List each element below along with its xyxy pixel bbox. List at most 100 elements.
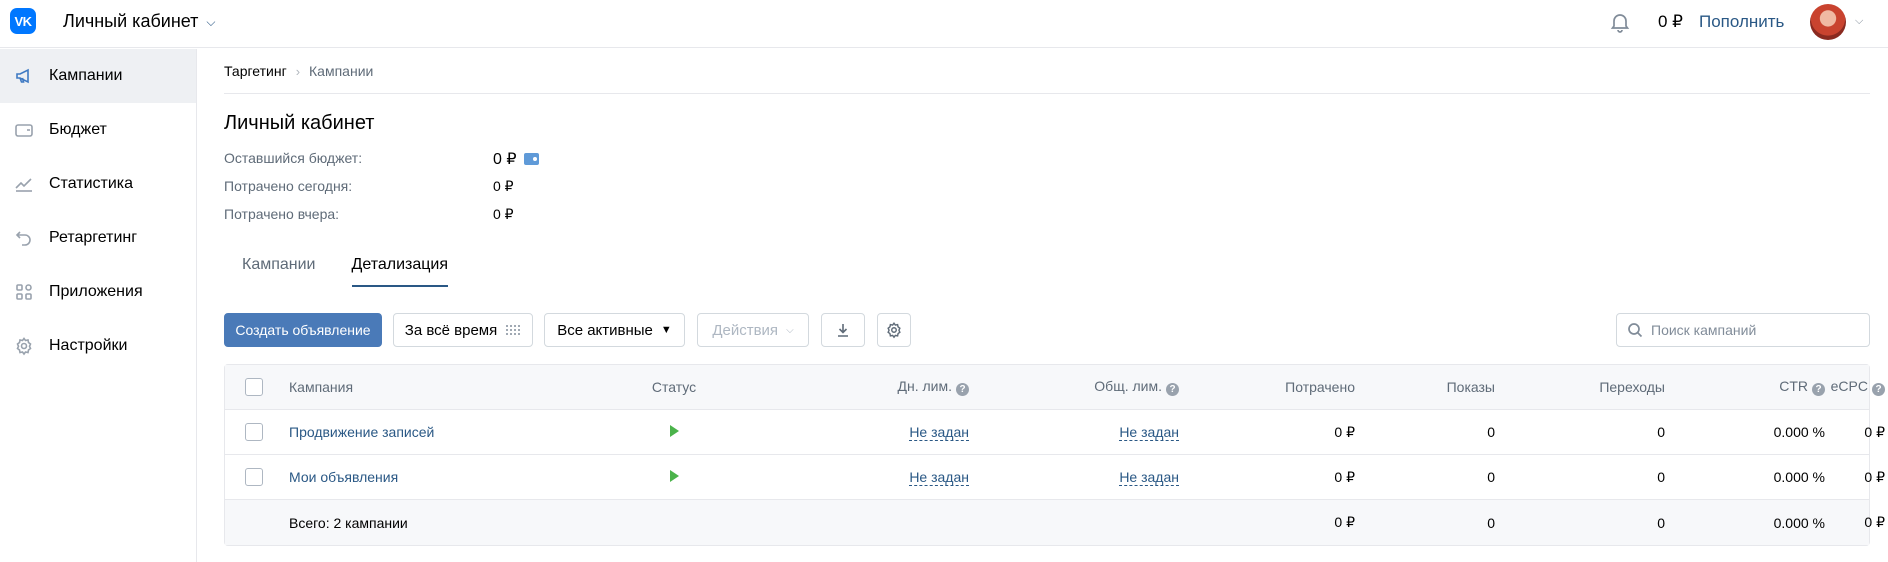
total-ecpc: 0 ₽ [1864, 514, 1885, 530]
gear-icon [13, 335, 35, 357]
column-header-name[interactable]: Кампания [289, 379, 353, 395]
day-limit-cell: Не задан [819, 469, 969, 486]
campaign-name-link[interactable]: Продвижение записей [289, 424, 434, 440]
remaining-budget-amount: 0 ₽ [493, 151, 517, 168]
day-limit-link[interactable]: Не задан [909, 424, 969, 441]
megaphone-icon [13, 65, 35, 87]
settings-button[interactable] [877, 313, 911, 347]
ecpc-cell: 0 ₽ [1864, 468, 1885, 485]
sidebar-item-settings[interactable]: Настройки [0, 319, 196, 373]
play-icon[interactable] [669, 425, 679, 437]
total-limit-link[interactable]: Не задан [1119, 469, 1179, 486]
tabs: Кампании Детализация [242, 249, 484, 287]
total-clicks: 0 [1657, 514, 1665, 531]
row-checkbox[interactable] [245, 468, 263, 486]
campaign-name-link[interactable]: Мои объявления [289, 469, 398, 485]
avatar[interactable] [1810, 4, 1846, 40]
table-row: Мои объявления Не задан Не задан 0 ₽ 0 0… [225, 455, 1885, 500]
calendar-grid-icon [505, 324, 522, 336]
cabinet-title: Личный кабинет [63, 11, 199, 31]
help-icon[interactable]: ? [1872, 383, 1885, 396]
sidebar-item-statistics[interactable]: Статистика [0, 157, 196, 211]
create-ad-button[interactable]: Создать объявление [224, 313, 382, 347]
tab-campaigns[interactable]: Кампании [242, 249, 316, 287]
shows-cell: 0 [1487, 424, 1495, 440]
shows-cell: 0 [1487, 469, 1495, 485]
bell-icon[interactable] [1608, 10, 1632, 34]
spent-today-label: Потрачено сегодня: [224, 178, 353, 194]
gear-icon [887, 322, 901, 339]
spent-yesterday-value: 0 ₽ [493, 206, 514, 222]
period-label: За всё время [404, 321, 498, 339]
topup-link[interactable]: Пополнить [1699, 12, 1784, 32]
campaigns-table: Кампания Статус Дн. лим.? Общ. лим.? Пот… [224, 364, 1885, 546]
chevron-down-icon[interactable]: ⌵ [1855, 15, 1863, 28]
day-limit-cell: Не задан [819, 424, 969, 441]
search-input[interactable] [1651, 322, 1851, 338]
wallet-icon[interactable] [523, 153, 539, 165]
search-box [1616, 313, 1870, 347]
ecpc-cell: 0 ₽ [1864, 423, 1885, 440]
table-total-row: Всего: 2 кампании 0 ₽ 0 0 0.000 % 0 ₽ [225, 500, 1885, 545]
sidebar-item-label: Ретаргетинг [49, 229, 138, 246]
spent-cell: 0 ₽ [1334, 468, 1355, 485]
column-header-day-limit[interactable]: Дн. лим.? [819, 378, 969, 396]
breadcrumb-root[interactable]: Таргетинг [224, 63, 287, 79]
table-header: Кампания Статус Дн. лим.? Общ. лим.? Пот… [225, 365, 1885, 410]
sidebar-item-apps[interactable]: Приложения [0, 265, 196, 319]
status-filter-label: Все активные [557, 321, 653, 339]
breadcrumb-current: Кампании [309, 63, 374, 79]
day-limit-link[interactable]: Не задан [909, 469, 969, 486]
download-button[interactable] [821, 313, 865, 347]
toolbar: Создать объявление За всё время Все акти… [224, 313, 1870, 347]
help-icon[interactable]: ? [956, 383, 969, 396]
balance-value: 0 ₽ [1658, 12, 1683, 31]
sidebar-item-retargeting[interactable]: Ретаргетинг [0, 211, 196, 265]
total-limit-cell: Не задан [1029, 424, 1179, 441]
chevron-down-icon: ⌵ [786, 324, 794, 336]
chevron-down-icon: ▼ [660, 324, 672, 336]
search-icon [1628, 323, 1643, 338]
sidebar-item-label: Статистика [49, 175, 134, 192]
sidebar-item-label: Бюджет [49, 121, 107, 138]
total-limit-link[interactable]: Не задан [1119, 424, 1179, 441]
download-icon [838, 324, 848, 337]
status-cell[interactable] [619, 469, 729, 485]
tab-details[interactable]: Детализация [351, 249, 449, 287]
column-header-spent[interactable]: Потрачено [1235, 379, 1355, 395]
spent-today-value: 0 ₽ [493, 178, 514, 194]
help-icon[interactable]: ? [1166, 383, 1179, 396]
sidebar-item-label: Настройки [49, 337, 128, 354]
cabinet-switcher[interactable]: Личный кабинет ⌵ [63, 11, 216, 32]
breadcrumb: Таргетинг › Кампании [224, 49, 1870, 94]
actions-dropdown[interactable]: Действия ⌵ [697, 313, 809, 347]
row-checkbox[interactable] [245, 423, 263, 441]
select-all-checkbox[interactable] [245, 378, 263, 396]
spent-yesterday-label: Потрачено вчера: [224, 206, 340, 222]
actions-label: Действия [712, 321, 779, 339]
column-header-label: Общ. лим. [1094, 378, 1162, 394]
column-header-shows[interactable]: Показы [1375, 379, 1495, 395]
spent-cell: 0 ₽ [1334, 423, 1355, 440]
column-header-clicks[interactable]: Переходы [1525, 379, 1665, 395]
play-icon[interactable] [669, 470, 679, 482]
vk-logo[interactable]: VK [10, 8, 36, 34]
sidebar-item-budget[interactable]: Бюджет [0, 103, 196, 157]
total-shows: 0 [1487, 514, 1495, 531]
column-header-status[interactable]: Статус [619, 379, 729, 395]
sidebar-item-campaigns[interactable]: Кампании [0, 49, 196, 103]
status-filter-select[interactable]: Все активные ▼ [544, 313, 685, 347]
column-header-ecpc[interactable]: eCPC? [1755, 378, 1885, 396]
breadcrumb-separator-icon: › [295, 63, 301, 79]
period-button[interactable]: За всё время [393, 313, 533, 347]
column-header-total-limit[interactable]: Общ. лим.? [1029, 378, 1179, 396]
sidebar-item-label: Приложения [49, 283, 143, 300]
apps-icon [13, 281, 35, 303]
sidebar-item-label: Кампании [49, 67, 123, 84]
wallet-icon [13, 119, 35, 141]
status-cell[interactable] [619, 424, 729, 440]
column-header-label: Дн. лим. [897, 378, 953, 394]
top-bar: VK Личный кабинет ⌵ 0 ₽ Пополнить ⌵ [0, 0, 1888, 48]
main-content: Таргетинг › Кампании Личный кабинет Оста… [224, 49, 1885, 546]
chart-icon [13, 173, 35, 195]
